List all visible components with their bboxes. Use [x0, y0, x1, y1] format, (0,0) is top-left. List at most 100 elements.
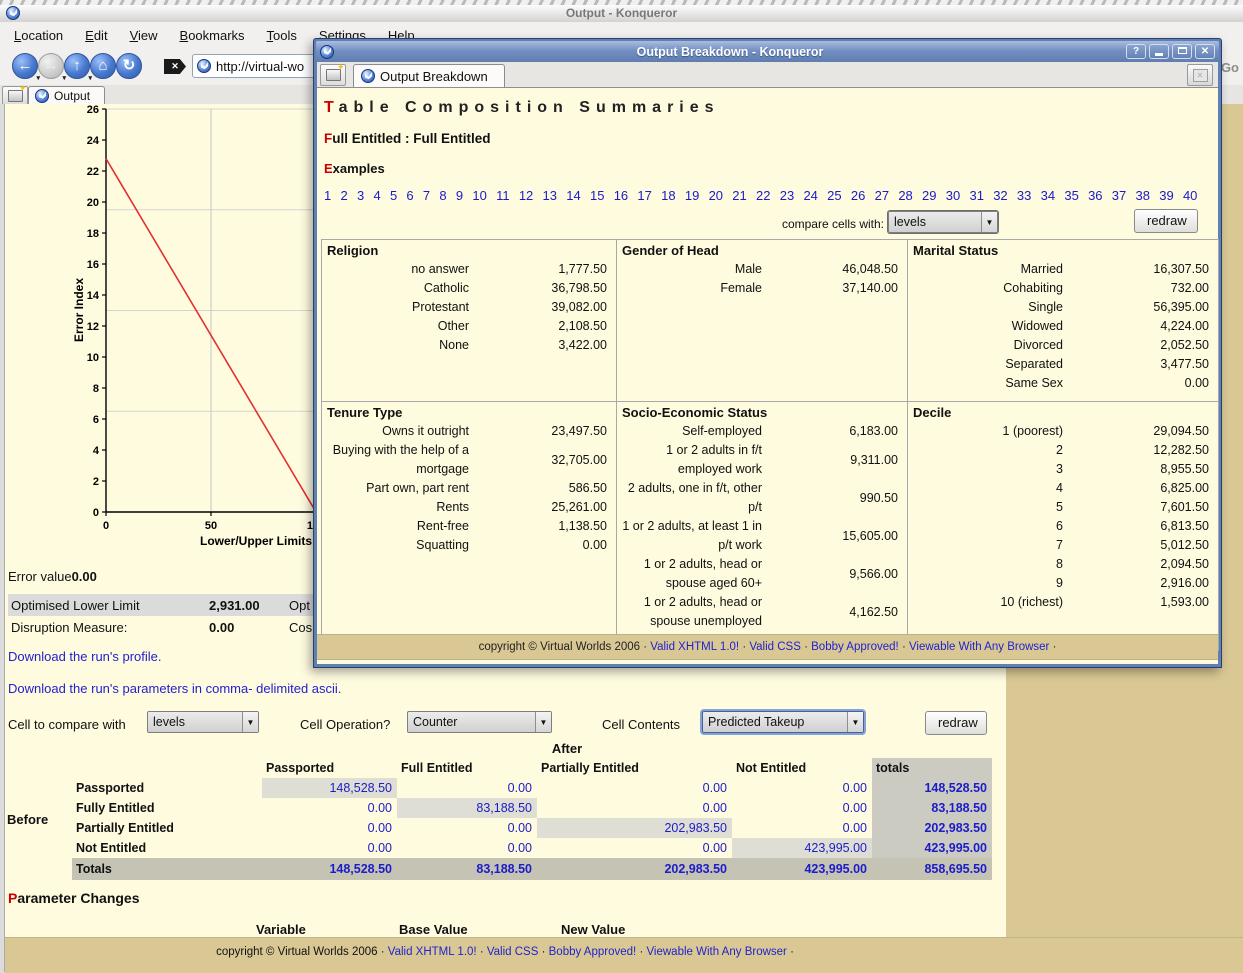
compare-select[interactable]: levels ▼: [147, 711, 259, 733]
example-link[interactable]: 30: [946, 188, 960, 203]
matrix-cell[interactable]: 0.00: [397, 818, 537, 838]
example-link[interactable]: 1: [324, 188, 331, 203]
example-link[interactable]: 3: [357, 188, 364, 203]
compare-cells-select[interactable]: levels ▼: [888, 211, 998, 233]
up-button[interactable]: ↑ ▾: [64, 53, 92, 82]
example-link[interactable]: 17: [637, 188, 651, 203]
home-button[interactable]: ⌂: [90, 53, 116, 79]
matrix-cell[interactable]: 83,188.50: [397, 798, 537, 818]
matrix-cell[interactable]: 0.00: [537, 838, 732, 858]
example-link[interactable]: 40: [1183, 188, 1197, 203]
matrix-grand-total[interactable]: 858,695.50: [872, 858, 992, 880]
matrix-cell[interactable]: 423,995.00: [732, 838, 872, 858]
matrix-col-total[interactable]: 83,188.50: [397, 858, 537, 880]
go-button[interactable]: Go: [1221, 60, 1239, 75]
chevron-down-icon[interactable]: ▼: [847, 712, 863, 732]
example-link[interactable]: 32: [993, 188, 1007, 203]
example-link[interactable]: 22: [756, 188, 770, 203]
matrix-cell[interactable]: 148,528.50: [262, 778, 397, 798]
stop-icon[interactable]: ✕: [164, 59, 186, 74]
matrix-cell[interactable]: 202,983.50: [537, 818, 732, 838]
matrix-cell[interactable]: 0.00: [537, 798, 732, 818]
maximize-button[interactable]: [1172, 44, 1192, 59]
footer-link[interactable]: Valid CSS: [749, 641, 801, 653]
example-link[interactable]: 27: [875, 188, 889, 203]
example-link[interactable]: 24: [803, 188, 817, 203]
operation-select[interactable]: Counter ▼: [407, 711, 552, 733]
example-link[interactable]: 12: [519, 188, 533, 203]
example-link[interactable]: 29: [922, 188, 936, 203]
menu-tools[interactable]: Tools: [261, 26, 303, 45]
matrix-cell[interactable]: 0.00: [537, 778, 732, 798]
forward-history-arrow[interactable]: ▾: [62, 75, 66, 82]
example-link[interactable]: 20: [709, 188, 723, 203]
matrix-cell[interactable]: 0.00: [262, 838, 397, 858]
example-link[interactable]: 13: [543, 188, 557, 203]
chevron-down-icon[interactable]: ▼: [242, 712, 258, 732]
matrix-cell[interactable]: 0.00: [732, 778, 872, 798]
minimize-button[interactable]: [1149, 44, 1169, 59]
example-link[interactable]: 7: [423, 188, 430, 203]
matrix-col-total[interactable]: 423,995.00: [732, 858, 872, 880]
back-window-titlebar[interactable]: Output - Konqueror: [0, 5, 1243, 23]
example-link[interactable]: 25: [827, 188, 841, 203]
back-history-arrow[interactable]: ▾: [36, 75, 40, 82]
help-button[interactable]: ?: [1126, 44, 1146, 59]
matrix-row-total[interactable]: 423,995.00: [872, 838, 992, 858]
example-link[interactable]: 36: [1088, 188, 1102, 203]
matrix-col-total[interactable]: 148,528.50: [262, 858, 397, 880]
example-link[interactable]: 15: [590, 188, 604, 203]
chevron-down-icon[interactable]: ▼: [981, 212, 997, 232]
example-link[interactable]: 21: [732, 188, 746, 203]
new-tab-button[interactable]: [320, 62, 346, 86]
new-tab-button[interactable]: [2, 83, 28, 105]
reload-button[interactable]: ↻: [116, 53, 142, 79]
example-link[interactable]: 9: [456, 188, 463, 203]
footer-link[interactable]: Viewable With Any Browser: [646, 946, 786, 958]
matrix-cell[interactable]: 0.00: [397, 838, 537, 858]
matrix-row-total[interactable]: 83,188.50: [872, 798, 992, 818]
close-button[interactable]: ✕: [1195, 44, 1215, 59]
chevron-down-icon[interactable]: ▼: [535, 712, 551, 732]
footer-link[interactable]: Valid XHTML 1.0!: [650, 641, 739, 653]
matrix-row-total[interactable]: 148,528.50: [872, 778, 992, 798]
example-link[interactable]: 26: [851, 188, 865, 203]
download-link[interactable]: Download the run's profile.: [8, 649, 341, 664]
redraw-button[interactable]: redraw: [1134, 209, 1198, 233]
example-link[interactable]: 38: [1136, 188, 1150, 203]
example-link[interactable]: 31: [969, 188, 983, 203]
matrix-col-total[interactable]: 202,983.50: [537, 858, 732, 880]
footer-link[interactable]: Valid XHTML 1.0!: [388, 946, 477, 958]
example-link[interactable]: 8: [439, 188, 446, 203]
example-link[interactable]: 19: [685, 188, 699, 203]
matrix-cell[interactable]: 0.00: [397, 778, 537, 798]
footer-link[interactable]: Bobby Approved!: [811, 641, 899, 653]
matrix-cell[interactable]: 0.00: [732, 818, 872, 838]
matrix-cell[interactable]: 0.00: [262, 798, 397, 818]
example-link[interactable]: 39: [1159, 188, 1173, 203]
example-link[interactable]: 23: [780, 188, 794, 203]
matrix-cell[interactable]: 0.00: [732, 798, 872, 818]
example-link[interactable]: 14: [566, 188, 580, 203]
redraw-button[interactable]: redraw: [925, 711, 987, 735]
example-link[interactable]: 4: [373, 188, 380, 203]
example-link[interactable]: 34: [1041, 188, 1055, 203]
footer-link[interactable]: Bobby Approved!: [549, 946, 637, 958]
tab-output[interactable]: Output: [28, 86, 106, 104]
example-link[interactable]: 6: [406, 188, 413, 203]
example-link[interactable]: 35: [1064, 188, 1078, 203]
back-button[interactable]: ← ▾: [12, 53, 40, 82]
example-link[interactable]: 5: [390, 188, 397, 203]
menu-edit[interactable]: Edit: [79, 26, 113, 45]
example-link[interactable]: 37: [1112, 188, 1126, 203]
footer-link[interactable]: Valid CSS: [487, 946, 539, 958]
example-link[interactable]: 33: [1017, 188, 1031, 203]
forward-button[interactable]: → ▾: [38, 53, 66, 82]
contents-select[interactable]: Predicted Takeup ▼: [702, 711, 864, 733]
download-link[interactable]: Download the run's parameters in comma- …: [8, 681, 341, 696]
menu-bookmarks[interactable]: Bookmarks: [174, 26, 251, 45]
example-link[interactable]: 10: [472, 188, 486, 203]
menu-location[interactable]: Location: [8, 26, 69, 45]
menu-view[interactable]: View: [124, 26, 164, 45]
matrix-row-total[interactable]: 202,983.50: [872, 818, 992, 838]
